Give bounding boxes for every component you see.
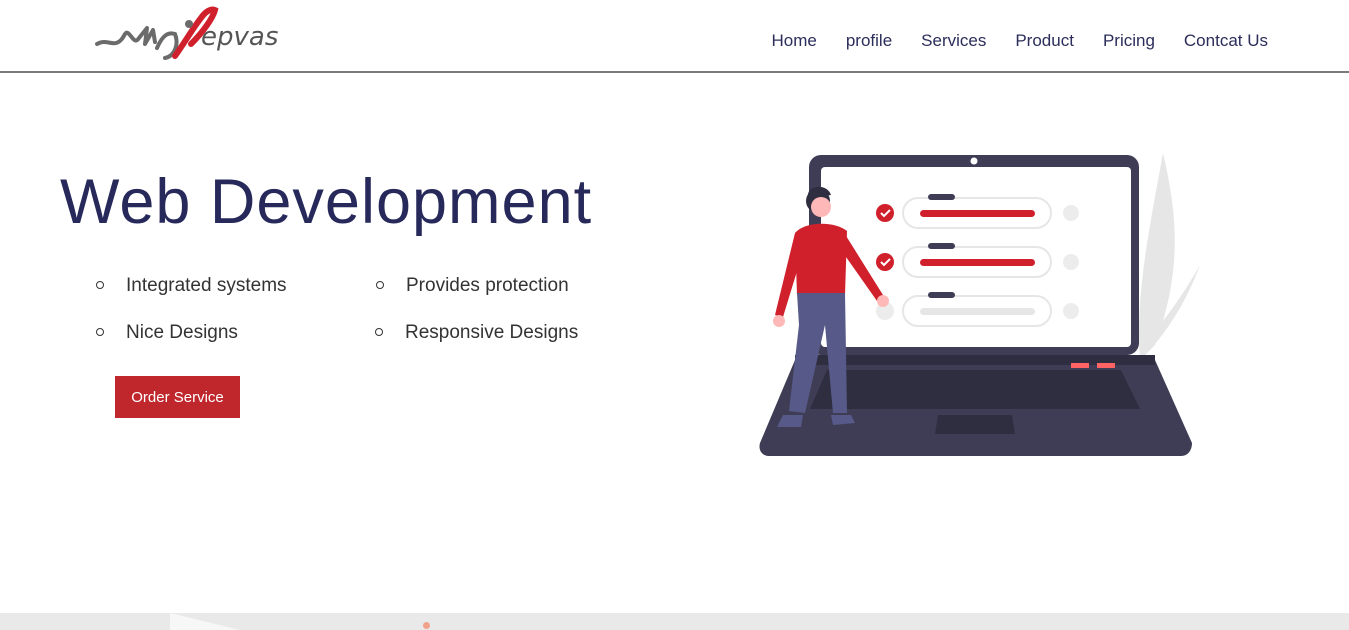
decorative-dot-icon bbox=[423, 622, 430, 629]
nav-services[interactable]: Services bbox=[921, 31, 986, 51]
feature-item-protection: Provides protection bbox=[406, 275, 569, 296]
order-service-button[interactable]: Order Service bbox=[115, 376, 240, 418]
hero-title: Web Development bbox=[60, 167, 593, 237]
main-nav: Home profile Services Product Pricing Co… bbox=[742, 31, 1268, 51]
nav-profile[interactable]: profile bbox=[846, 31, 892, 51]
feature-item-nice-designs: Nice Designs bbox=[126, 322, 238, 343]
decorative-shape-icon bbox=[170, 613, 240, 630]
nav-pricing[interactable]: Pricing bbox=[1103, 31, 1155, 51]
laptop-checklist-illustration bbox=[759, 153, 1200, 456]
bullet-icon bbox=[96, 281, 104, 289]
feature-item-integrated: Integrated systems bbox=[126, 275, 287, 296]
site-header: epvas Home profile Services Product Pric… bbox=[0, 0, 1349, 73]
bullet-icon bbox=[376, 281, 384, 289]
nav-product[interactable]: Product bbox=[1015, 31, 1074, 51]
hero-illustration bbox=[755, 145, 1205, 465]
next-section-strip bbox=[0, 613, 1349, 630]
bullet-icon bbox=[375, 328, 383, 336]
bullet-icon bbox=[96, 328, 104, 336]
nav-contact[interactable]: Contcat Us bbox=[1184, 31, 1268, 51]
nav-home[interactable]: Home bbox=[771, 31, 816, 51]
feature-item-responsive: Responsive Designs bbox=[405, 322, 579, 343]
logo-wordmark: epvas bbox=[201, 22, 279, 52]
